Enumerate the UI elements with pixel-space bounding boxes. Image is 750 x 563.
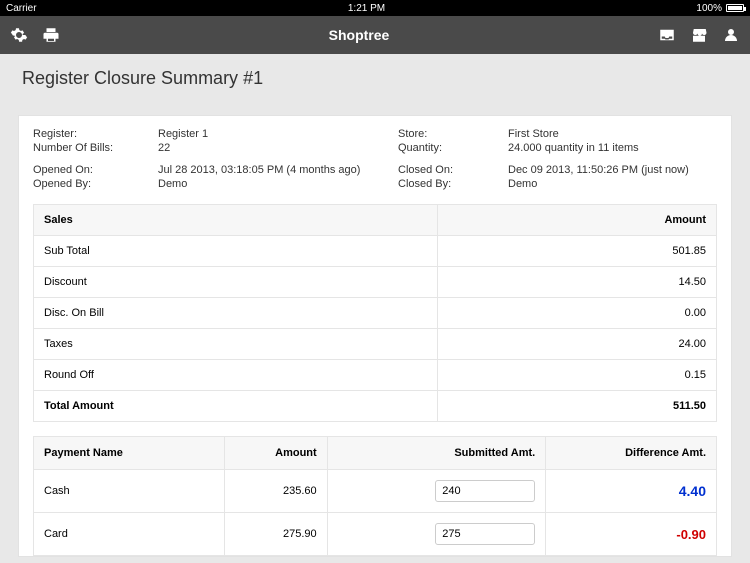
closed-by-value: Demo bbox=[508, 178, 717, 190]
battery-icon bbox=[726, 4, 744, 12]
summary-card: Register: Register 1 Store: First Store … bbox=[18, 115, 732, 557]
opened-on-value: Jul 28 2013, 03:18:05 PM (4 months ago) bbox=[158, 164, 398, 176]
register-value: Register 1 bbox=[158, 128, 398, 140]
closed-by-label: Closed By: bbox=[398, 178, 508, 190]
status-carrier: Carrier bbox=[6, 3, 37, 14]
sales-header-amount: Amount bbox=[438, 205, 717, 236]
table-row: Sub Total501.85 bbox=[34, 236, 717, 267]
sales-header-name: Sales bbox=[34, 205, 438, 236]
print-button[interactable] bbox=[42, 26, 60, 44]
bills-label: Number Of Bills: bbox=[33, 142, 158, 154]
inbox-button[interactable] bbox=[658, 26, 676, 44]
payments-header-name: Payment Name bbox=[34, 437, 225, 470]
diff-amount: 4.40 bbox=[679, 483, 706, 499]
table-row: Discount14.50 bbox=[34, 267, 717, 298]
quantity-label: Quantity: bbox=[398, 142, 508, 154]
quantity-value: 24.000 quantity in 11 items bbox=[508, 142, 717, 154]
profile-button[interactable] bbox=[722, 26, 740, 44]
inbox-icon bbox=[658, 26, 676, 44]
register-label: Register: bbox=[33, 128, 158, 140]
settings-button[interactable] bbox=[10, 26, 28, 44]
table-row: Disc. On Bill0.00 bbox=[34, 298, 717, 329]
status-battery-pct: 100% bbox=[696, 3, 722, 14]
store-value: First Store bbox=[508, 128, 717, 140]
page-title: Register Closure Summary #1 bbox=[18, 64, 732, 101]
printer-icon bbox=[42, 26, 60, 44]
store-icon bbox=[690, 26, 708, 44]
closed-on-label: Closed On: bbox=[398, 164, 508, 176]
app-header: Shoptree bbox=[0, 16, 750, 54]
bills-value: 22 bbox=[158, 142, 398, 154]
sales-table: Sales Amount Sub Total501.85 Discount14.… bbox=[33, 204, 717, 422]
total-row: Total Amount511.50 bbox=[34, 391, 717, 422]
payments-header-diff: Difference Amt. bbox=[546, 437, 717, 470]
submitted-amount-input[interactable] bbox=[435, 480, 535, 502]
status-bar: Carrier 1:21 PM 100% bbox=[0, 0, 750, 16]
table-row: Card 275.90 -0.90 bbox=[34, 513, 717, 556]
page-content: Register Closure Summary #1 Register: Re… bbox=[0, 54, 750, 563]
status-time: 1:21 PM bbox=[37, 3, 697, 14]
table-row: Cash 235.60 4.40 bbox=[34, 470, 717, 513]
opened-by-value: Demo bbox=[158, 178, 398, 190]
table-row: Taxes24.00 bbox=[34, 329, 717, 360]
app-title: Shoptree bbox=[60, 27, 658, 43]
opened-on-label: Opened On: bbox=[33, 164, 158, 176]
payments-header-submitted: Submitted Amt. bbox=[327, 437, 546, 470]
payments-header-amount: Amount bbox=[225, 437, 327, 470]
payments-table: Payment Name Amount Submitted Amt. Diffe… bbox=[33, 436, 717, 556]
gear-icon bbox=[10, 26, 28, 44]
opened-by-label: Opened By: bbox=[33, 178, 158, 190]
diff-amount: -0.90 bbox=[676, 527, 706, 542]
submitted-amount-input[interactable] bbox=[435, 523, 535, 545]
store-label: Store: bbox=[398, 128, 508, 140]
user-icon bbox=[722, 26, 740, 44]
store-button[interactable] bbox=[690, 26, 708, 44]
closed-on-value: Dec 09 2013, 11:50:26 PM (just now) bbox=[508, 164, 717, 176]
table-row: Round Off0.15 bbox=[34, 360, 717, 391]
details-block: Register: Register 1 Store: First Store … bbox=[19, 116, 731, 204]
